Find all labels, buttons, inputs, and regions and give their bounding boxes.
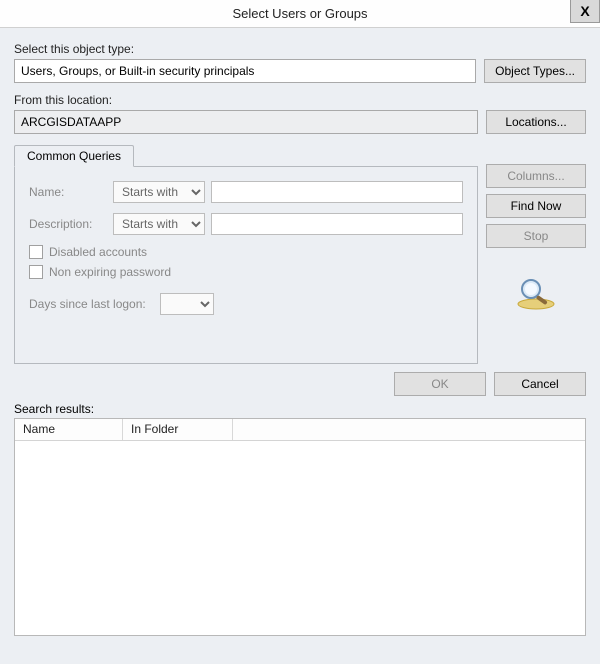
column-header-in-folder[interactable]: In Folder (123, 419, 233, 440)
search-icon (486, 274, 586, 312)
column-header-name[interactable]: Name (15, 419, 123, 440)
name-label: Name: (29, 185, 107, 199)
column-header-spacer (233, 419, 585, 440)
results-body (15, 441, 585, 635)
description-mode-select[interactable]: Starts with (113, 213, 205, 235)
tab-common-queries[interactable]: Common Queries (14, 145, 134, 167)
close-button[interactable]: X (570, 0, 600, 23)
columns-button[interactable]: Columns... (486, 164, 586, 188)
non-expiring-checkbox[interactable] (29, 265, 43, 279)
description-label: Description: (29, 217, 107, 231)
object-type-field[interactable]: Users, Groups, or Built-in security prin… (14, 59, 476, 83)
name-mode-select[interactable]: Starts with (113, 181, 205, 203)
dialog-body: Select this object type: Users, Groups, … (0, 28, 600, 664)
title-bar: Select Users or Groups X (0, 0, 600, 28)
side-button-column: Columns... Find Now Stop (486, 164, 586, 312)
days-since-logon-label: Days since last logon: (29, 297, 146, 311)
non-expiring-label: Non expiring password (49, 265, 171, 279)
cancel-button[interactable]: Cancel (494, 372, 586, 396)
results-header: Name In Folder (15, 419, 585, 441)
locations-button[interactable]: Locations... (486, 110, 586, 134)
location-field[interactable]: ARCGISDATAAPP (14, 110, 478, 134)
name-input[interactable] (211, 181, 463, 203)
object-type-label: Select this object type: (14, 42, 586, 56)
description-input[interactable] (211, 213, 463, 235)
disabled-accounts-label: Disabled accounts (49, 245, 147, 259)
common-queries-panel: Common Queries Name: Starts with Descrip… (14, 144, 478, 364)
disabled-accounts-checkbox[interactable] (29, 245, 43, 259)
search-results-label: Search results: (14, 402, 586, 416)
close-icon: X (580, 4, 589, 18)
location-value: ARCGISDATAAPP (21, 115, 121, 129)
results-grid[interactable]: Name In Folder (14, 418, 586, 636)
find-now-button[interactable]: Find Now (486, 194, 586, 218)
days-since-logon-select[interactable] (160, 293, 214, 315)
window-title: Select Users or Groups (232, 6, 367, 21)
ok-button[interactable]: OK (394, 372, 486, 396)
location-label: From this location: (14, 93, 586, 107)
stop-button[interactable]: Stop (486, 224, 586, 248)
object-type-value: Users, Groups, or Built-in security prin… (21, 64, 254, 78)
object-types-button[interactable]: Object Types... (484, 59, 586, 83)
